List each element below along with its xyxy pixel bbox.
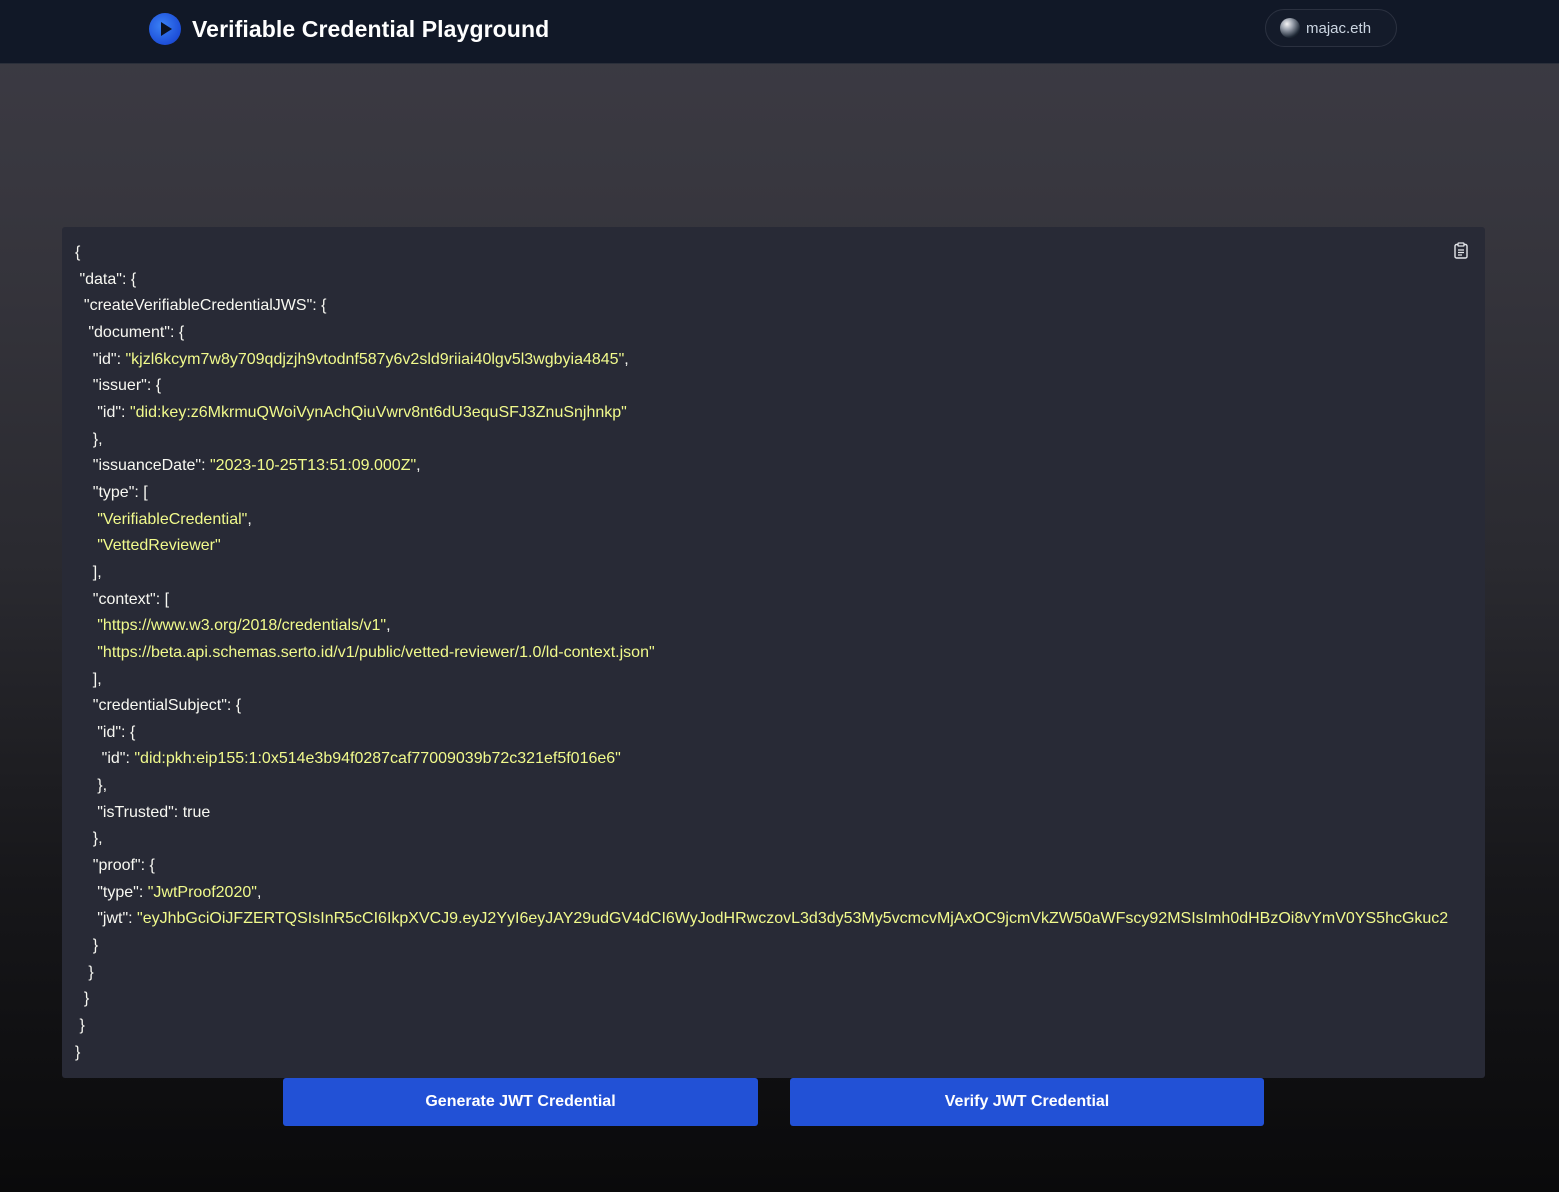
json-punctuation: }, [92,830,103,848]
code-line: } [75,986,1448,1013]
code-line: } [75,933,1448,960]
json-key: "type" [92,483,135,501]
code-line: "type": [ [75,480,1448,507]
json-key: "type" [97,883,139,901]
code-line: "issuer": { [75,373,1448,400]
json-punctuation: } [75,1043,81,1061]
json-punctuation: ], [92,563,102,581]
json-punctuation: : { [169,323,185,341]
code-line: } [75,1013,1448,1040]
json-punctuation: : { [140,857,155,875]
code-line: "isTrusted": true [75,800,1448,827]
json-punctuation: : { [226,697,242,715]
json-punctuation: ], [92,670,102,688]
code-line: "id": "did:pkh:eip155:1:0x514e3b94f0287c… [101,750,621,768]
code-line: "https://www.w3.org/2018/credentials/v1"… [75,613,1448,640]
brand[interactable]: Verifiable Credential Playground [149,12,549,46]
code-line: }, [75,826,1448,853]
verify-jwt-credential-button[interactable]: Verify JWT Credential [790,1078,1264,1126]
json-key: "isTrusted" [97,803,174,821]
json-punctuation: , [247,510,252,528]
json-punctuation: : { [146,377,162,395]
generate-jwt-credential-button[interactable]: Generate JWT Credential [283,1078,758,1126]
json-punctuation: : { [121,270,137,288]
avatar [1280,18,1300,38]
json-key: "id" [92,350,117,368]
json-punctuation: , [386,617,391,635]
json-key: "id" [101,750,126,768]
code-line: } [75,960,1448,987]
code-line: "type": "JwtProof2020", [97,883,262,901]
code-line: ], [75,560,1448,587]
json-punctuation: , [256,883,262,901]
code-line: "id": { [75,720,1448,747]
json-key: "jwt" [97,910,129,928]
json-key: "createVerifiableCredentialJWS" [83,297,313,315]
json-punctuation: , [416,457,421,475]
json-string-value: "JwtProof2020" [147,883,257,901]
json-string-value: "https://www.w3.org/2018/credentials/v1" [97,617,387,635]
json-key: "id" [97,403,122,421]
code-line: }, [75,773,1448,800]
json-punctuation: } [83,990,90,1008]
json-punctuation: } [79,1017,85,1035]
json-key: "document" [88,323,170,341]
json-string-value: "did:key:z6MkrmuQWoiVynAchQiuVwrv8nt6dU3… [129,403,627,421]
json-punctuation: : true [173,803,211,821]
code-line: }, [75,427,1448,454]
json-string-value: "did:pkh:eip155:1:0x514e3b94f0287caf7700… [134,750,621,768]
app-title: Verifiable Credential Playground [192,15,550,42]
code-line: } [75,1040,1448,1067]
clipboard-icon[interactable] [1454,242,1468,259]
json-punctuation: : { [121,723,136,741]
json-key: "credentialSubject" [92,697,227,715]
code-line: "https://beta.api.schemas.serto.id/v1/pu… [75,640,1448,667]
json-punctuation: }, [97,777,108,795]
code-line: "VerifiableCredential", [75,507,1448,534]
json-string-value: "https://beta.api.schemas.serto.id/v1/pu… [97,643,655,661]
json-key: "data" [79,270,122,288]
json-punctuation: , [624,350,629,368]
account-button[interactable]: majac.eth [1265,9,1397,47]
code-line: { [75,240,1448,267]
code-line: "context": [ [75,587,1448,614]
json-key: "id" [97,723,122,741]
json-punctuation: : [ [155,590,170,608]
json-key: "issuer" [92,377,147,395]
json-key: "issuanceDate" [92,457,202,475]
code-line: "credentialSubject": { [75,693,1448,720]
json-punctuation: } [88,963,94,981]
code-line: "id": "did:key:z6MkrmuQWoiVynAchQiuVwrv8… [97,403,627,421]
json-output-panel: { "data": { "createVerifiableCredentialJ… [62,227,1485,1078]
json-string-value: "VettedReviewer" [97,537,221,555]
code-line: "jwt": "eyJhbGciOiJFZERTQSIsInR5cCI6IkpX… [97,910,1449,928]
code-line: "issuanceDate": "2023-10-25T13:51:09.000… [92,457,421,475]
json-key: "proof" [92,857,141,875]
json-string-value: "eyJhbGciOiJFZERTQSIsInR5cCI6IkpXVCJ9.ey… [137,910,1449,928]
code-line: "proof": { [75,853,1448,880]
json-punctuation: { [75,244,81,261]
json-punctuation: }, [92,430,103,448]
code-line: "data": { [75,267,1448,294]
code-line: "VettedReviewer" [75,533,1448,560]
top-navigation-bar: Verifiable Credential Playground majac.e… [0,0,1559,64]
code-line: ], [75,667,1448,694]
json-punctuation: } [92,937,99,955]
json-punctuation: : [ [134,483,148,501]
account-name: majac.eth [1306,19,1372,37]
json-string-value: "VerifiableCredential" [97,510,248,528]
json-code-block: { "data": { "createVerifiableCredentialJ… [75,240,1448,1066]
json-string-value: "2023-10-25T13:51:09.000Z" [209,457,417,475]
code-line: "document": { [75,320,1448,347]
app-logo-icon [149,13,181,45]
json-string-value: "kjzl6kcym7w8y709qdjzjh9vtodnf587y6v2sld… [125,350,625,368]
json-key: "context" [92,590,156,608]
code-line: "id": "kjzl6kcym7w8y709qdjzjh9vtodnf587y… [92,350,629,368]
code-line: "createVerifiableCredentialJWS": { [75,293,1448,320]
json-punctuation: : { [312,297,327,315]
